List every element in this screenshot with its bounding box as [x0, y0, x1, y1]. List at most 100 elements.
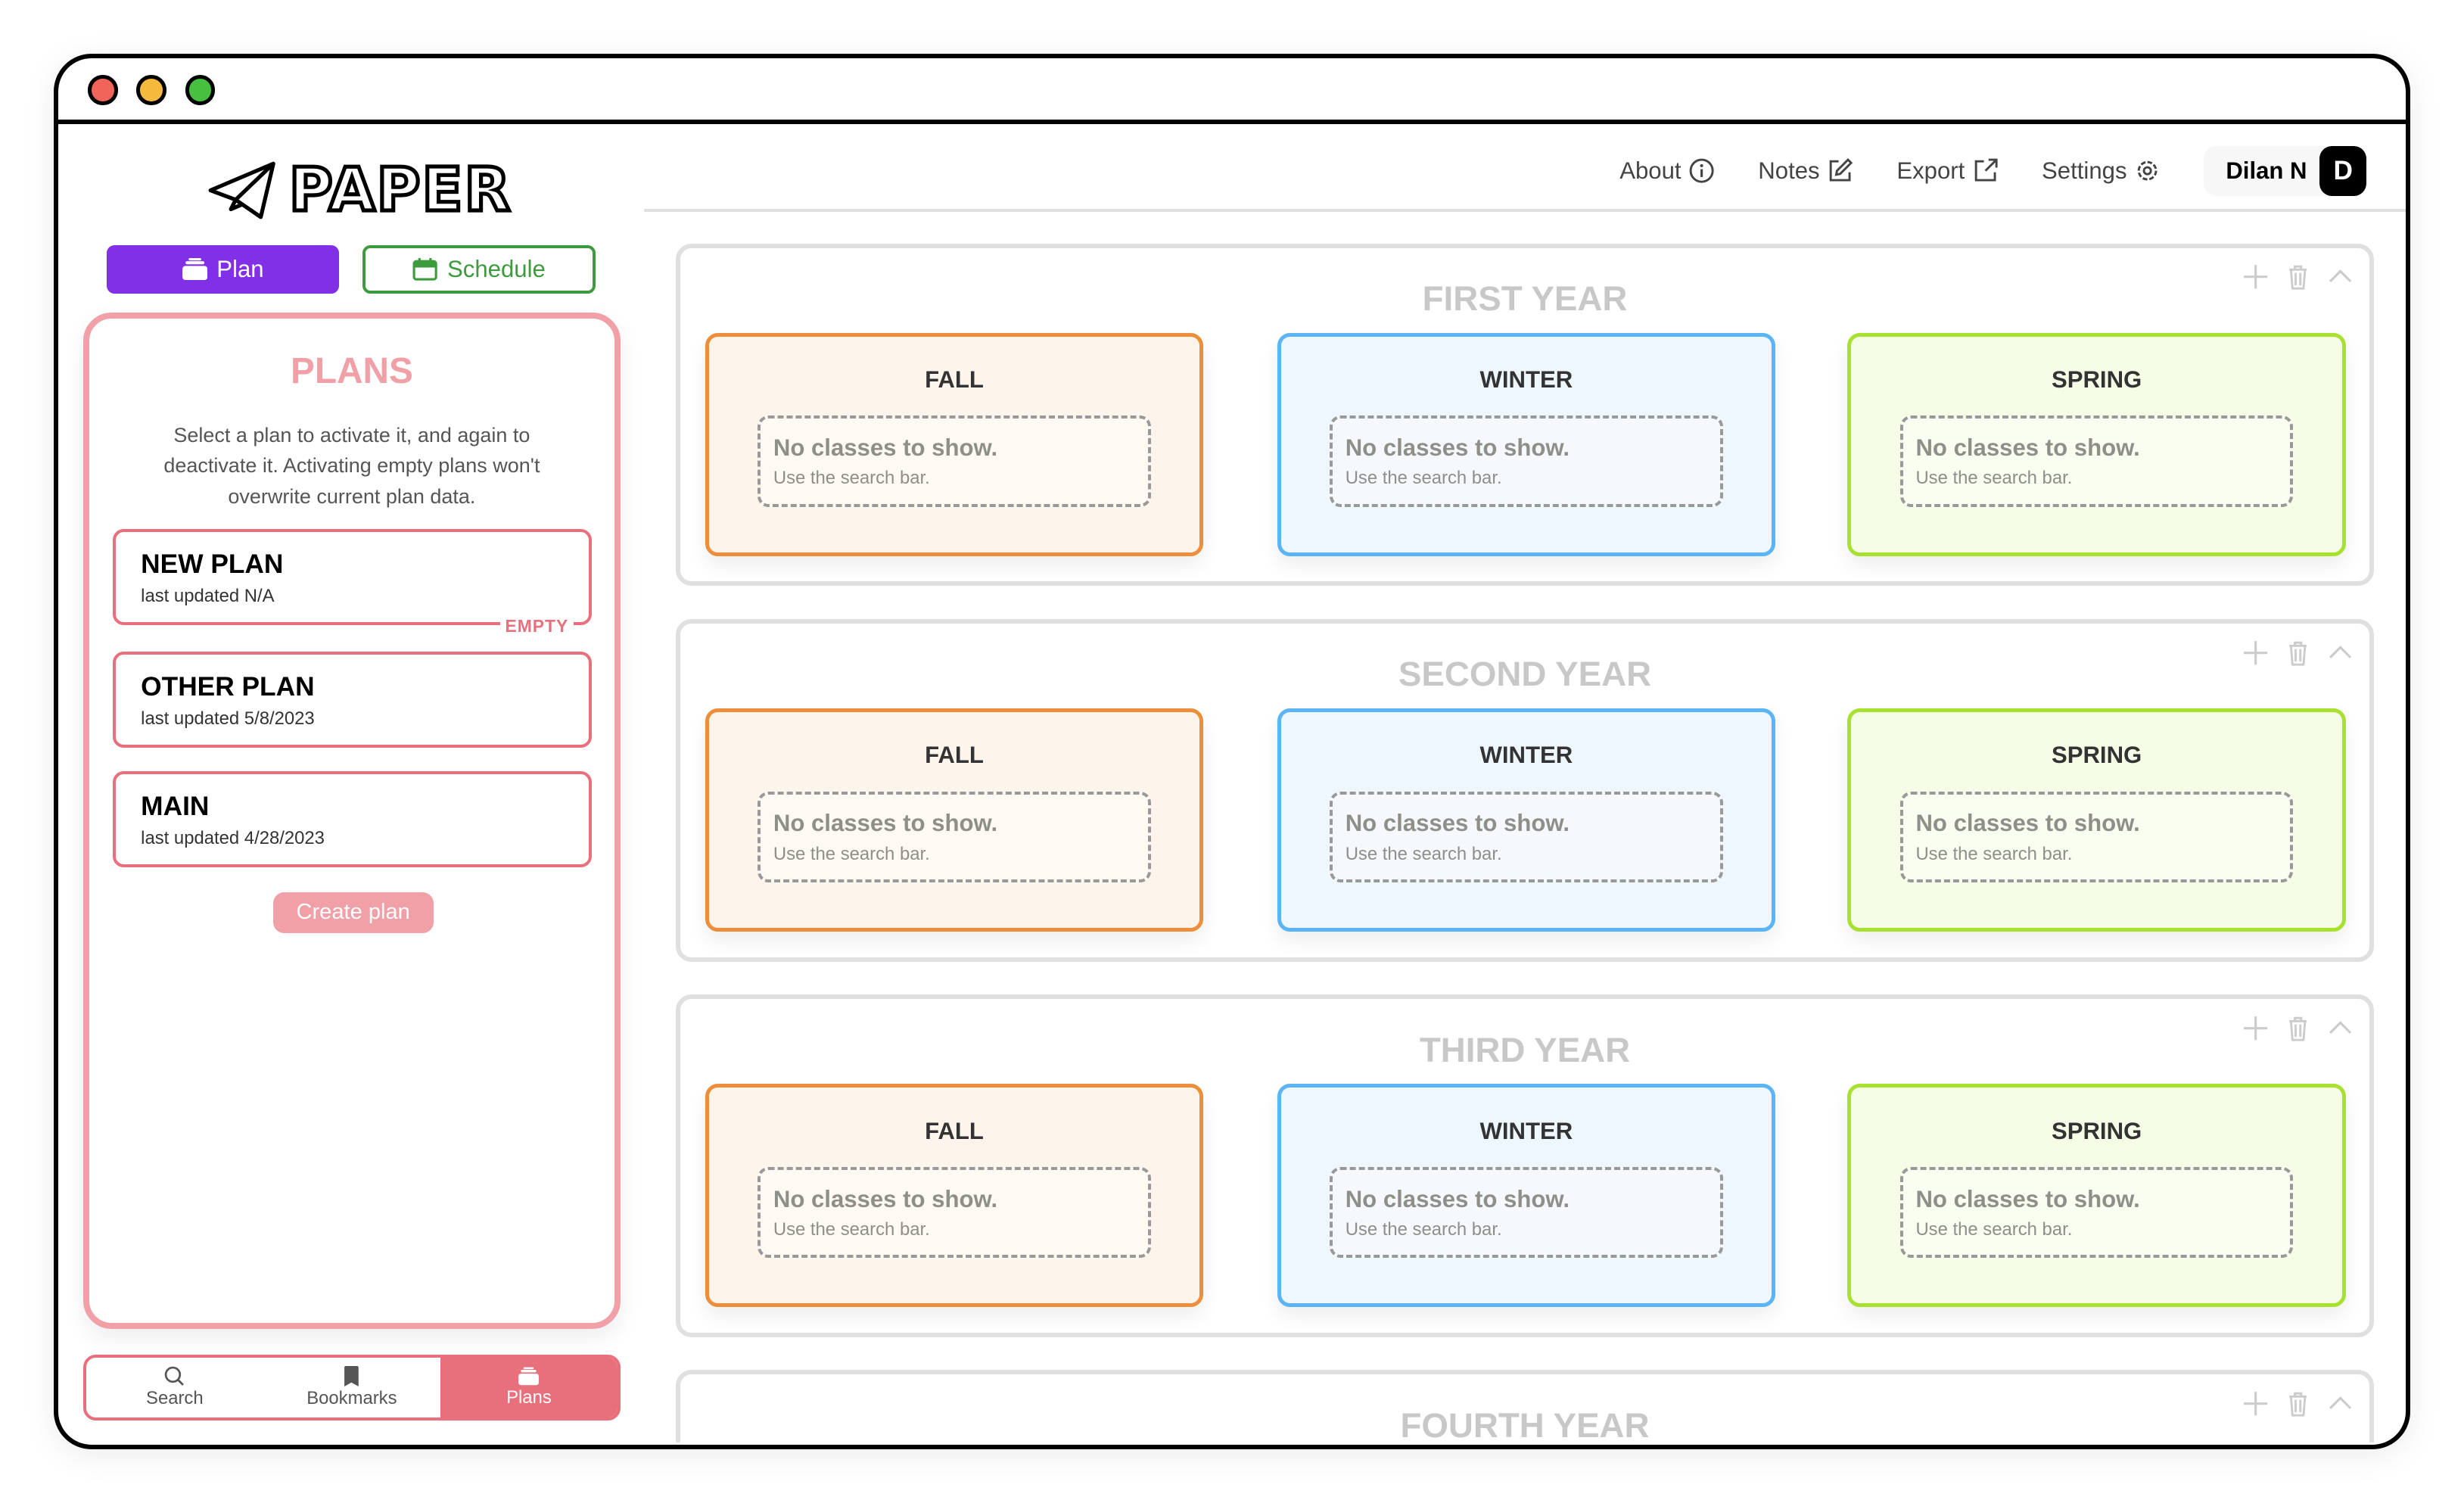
empty-classes-dropzone[interactable]: No classes to show. Use the search bar.: [1899, 1166, 2294, 1259]
semester-title: FALL: [925, 366, 984, 394]
plan-name: NEW PLAN: [141, 549, 284, 580]
search-icon: [165, 1366, 185, 1386]
plus-icon[interactable]: [2242, 263, 2269, 290]
plan-updated: last updated 4/28/2023: [141, 828, 325, 849]
semester-winter[interactable]: WINTER No classes to show. Use the search …: [1277, 332, 1775, 556]
settings-link[interactable]: Settings: [2042, 157, 2160, 185]
plus-icon[interactable]: [2242, 639, 2269, 666]
year-section-first-year: FIRST YEAR FALL No classes to show. Use the…: [675, 243, 2375, 587]
schedule-mode-button[interactable]: Schedule: [362, 244, 596, 294]
tab-plans[interactable]: Plans: [440, 1357, 618, 1417]
semester-spring[interactable]: SPRING No classes to show. Use the search …: [1847, 332, 2346, 556]
empty-classes-dropzone[interactable]: No classes to show. Use the search bar.: [758, 791, 1151, 882]
maximize-window-button[interactable]: [185, 75, 216, 105]
empty-subtitle: Use the search bar.: [773, 843, 930, 864]
empty-classes-dropzone[interactable]: No classes to show. Use the search bar.: [1330, 415, 1723, 507]
tab-label: Search: [146, 1387, 204, 1408]
empty-title: No classes to show.: [1915, 810, 2140, 837]
empty-subtitle: Use the search bar.: [1915, 468, 2073, 489]
empty-title: No classes to show.: [1915, 434, 2140, 461]
empty-badge: EMPTY: [500, 615, 574, 636]
plan-name: MAIN: [141, 791, 210, 821]
empty-classes-dropzone[interactable]: No classes to show. Use the search bar.: [1899, 791, 2294, 882]
semester-fall[interactable]: FALL No classes to show. Use the search ba…: [705, 708, 1204, 932]
user-name: Dilan N: [2226, 157, 2307, 185]
stack-icon: [182, 258, 207, 281]
year-tools: [2242, 263, 2354, 291]
semester-winter[interactable]: WINTER No classes to show. Use the search …: [1277, 708, 1775, 932]
top-nav: About Notes Export Settings Dilan N D: [1619, 145, 2367, 197]
semester-title: SPRING: [2051, 1117, 2142, 1144]
trash-icon[interactable]: [2285, 1015, 2311, 1041]
empty-title: No classes to show.: [773, 434, 998, 461]
chevron-up-icon[interactable]: [2327, 639, 2354, 666]
empty-subtitle: Use the search bar.: [773, 1218, 930, 1240]
empty-subtitle: Use the search bar.: [773, 468, 930, 489]
trash-icon[interactable]: [2285, 263, 2311, 291]
year-title: FOURTH YEAR: [1400, 1405, 1650, 1445]
empty-subtitle: Use the search bar.: [1345, 1218, 1502, 1240]
edit-icon: [1829, 158, 1853, 182]
empty-title: No classes to show.: [773, 810, 998, 837]
logo-text: PAPER: [287, 154, 512, 227]
title-bar: [58, 58, 2406, 124]
minimize-window-button[interactable]: [136, 75, 166, 105]
tab-bookmarks[interactable]: Bookmarks: [263, 1358, 440, 1417]
chevron-up-icon[interactable]: [2327, 1015, 2354, 1041]
semester-spring[interactable]: SPRING No classes to show. Use the search …: [1847, 1084, 2346, 1308]
plan-updated: last updated N/A: [141, 586, 275, 607]
export-link[interactable]: Export: [1896, 157, 1998, 185]
about-link[interactable]: About: [1619, 157, 1714, 185]
notes-label: Notes: [1758, 157, 1820, 185]
chevron-up-icon[interactable]: [2327, 263, 2354, 290]
trash-icon[interactable]: [2285, 1390, 2311, 1417]
year-section-fourth-year: FOURTH YEAR: [675, 1370, 2375, 1445]
semester-title: FALL: [925, 1117, 984, 1144]
empty-classes-dropzone[interactable]: No classes to show. Use the search bar.: [1330, 1166, 1723, 1259]
empty-classes-dropzone[interactable]: No classes to show. Use the search bar.: [1899, 415, 2294, 507]
notes-link[interactable]: Notes: [1758, 157, 1853, 185]
export-label: Export: [1896, 157, 1965, 185]
browser-window: PAPER Plan Schedule PLANS Select a plan …: [53, 53, 2411, 1449]
plan-mode-button[interactable]: Plan: [106, 244, 340, 294]
semester-winter[interactable]: WINTER No classes to show. Use the search …: [1277, 1084, 1775, 1308]
plan-card-other-plan[interactable]: OTHER PLAN last updated 5/8/2023: [112, 652, 593, 748]
tab-search[interactable]: Search: [86, 1358, 263, 1417]
app-root: PAPER Plan Schedule PLANS Select a plan …: [0, 0, 2464, 1503]
empty-subtitle: Use the search bar.: [1915, 1218, 2073, 1240]
years-list: FIRST YEAR FALL No classes to show. Use the…: [675, 243, 2375, 1445]
logo: PAPER: [207, 154, 512, 227]
chevron-up-icon[interactable]: [2327, 1390, 2354, 1417]
close-window-button[interactable]: [88, 75, 118, 105]
plan-card-new-plan[interactable]: NEW PLAN last updated N/A EMPTY: [112, 529, 593, 636]
plus-icon[interactable]: [2242, 1390, 2269, 1417]
semester-fall[interactable]: FALL No classes to show. Use the search ba…: [705, 332, 1204, 556]
semester-title: WINTER: [1479, 1117, 1573, 1144]
user-menu[interactable]: Dilan N D: [2204, 145, 2367, 197]
empty-title: No classes to show.: [1345, 810, 1570, 837]
plan-card-main[interactable]: MAIN last updated 4/28/2023: [112, 771, 593, 867]
header-divider: [644, 208, 2406, 213]
plans-description: Select a plan to activate it, and again …: [163, 423, 540, 508]
semester-title: SPRING: [2051, 742, 2142, 769]
semester-title: WINTER: [1479, 366, 1573, 394]
settings-label: Settings: [2042, 157, 2127, 185]
trash-icon[interactable]: [2285, 639, 2311, 666]
empty-classes-dropzone[interactable]: No classes to show. Use the search bar.: [758, 1166, 1151, 1259]
plus-icon[interactable]: [2242, 1015, 2269, 1041]
stack-icon: [518, 1367, 540, 1386]
year-section-second-year: SECOND YEAR FALL No classes to show. Use th…: [675, 618, 2375, 962]
empty-classes-dropzone[interactable]: No classes to show. Use the search bar.: [758, 415, 1151, 507]
empty-title: No classes to show.: [1345, 434, 1570, 461]
year-title: FIRST YEAR: [1422, 279, 1628, 319]
tab-label: Plans: [506, 1386, 552, 1408]
empty-title: No classes to show.: [1915, 1185, 2140, 1212]
semester-spring[interactable]: SPRING No classes to show. Use the search …: [1847, 708, 2346, 932]
create-plan-button[interactable]: Create plan: [272, 892, 434, 933]
empty-classes-dropzone[interactable]: No classes to show. Use the search bar.: [1330, 791, 1723, 882]
about-label: About: [1619, 157, 1682, 185]
semester-fall[interactable]: FALL No classes to show. Use the search ba…: [705, 1084, 1204, 1308]
plan-name: OTHER PLAN: [141, 672, 315, 702]
year-tools: [2242, 1015, 2354, 1041]
plan-updated: last updated 5/8/2023: [141, 708, 315, 730]
